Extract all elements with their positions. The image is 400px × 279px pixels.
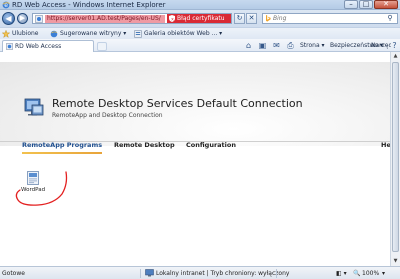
active-tab-indicator [22, 152, 102, 154]
back-button[interactable]: ◀ [2, 12, 15, 25]
home-icon[interactable]: ⌂ [244, 41, 253, 50]
svg-text:x: x [171, 17, 174, 22]
favorites-button[interactable]: Ulubione [2, 29, 39, 39]
page-content: Remote Desktop Services Default Connecti… [0, 52, 390, 266]
favorites-bar: Ulubione Sugerowane witryny ▾ Galeria ob… [0, 27, 400, 39]
print-icon[interactable]: ⎙ [286, 41, 295, 50]
refresh-button[interactable]: ↻ [234, 13, 245, 24]
favorites-label: Ulubione [12, 30, 39, 37]
search-box[interactable]: ⚲ [262, 13, 398, 24]
svg-text:e: e [4, 2, 8, 9]
remote-desktop-services-icon [24, 98, 44, 116]
mail-icon[interactable]: ✉ [272, 41, 281, 50]
red-annotation-mark [15, 171, 68, 206]
feeds-icon[interactable]: ▣ [258, 41, 267, 50]
help-link[interactable]: He [381, 141, 390, 149]
zoom-icon[interactable]: 🔍 [353, 270, 360, 277]
internet-explorer-icon: e [2, 1, 10, 9]
favorites-item-suggested-sites[interactable]: Sugerowane witryny ▾ [50, 29, 126, 39]
protected-mode-icon[interactable]: ◧ ▾ [336, 270, 347, 277]
status-text: Gotowe [2, 270, 25, 277]
forward-button[interactable]: ▶ [17, 13, 28, 24]
status-separator [276, 269, 277, 278]
favorites-item-label: Galeria obiektów Web ... ▾ [144, 30, 223, 37]
vertical-scrollbar[interactable]: ▲ ▼ [390, 52, 400, 266]
scroll-down-arrow[interactable]: ▼ [391, 257, 400, 266]
favorites-item-label: Sugerowane witryny ▾ [60, 30, 127, 37]
zone-text: Lokalny intranet | Tryb chroniony: wyłąc… [156, 270, 290, 277]
tab-configuration[interactable]: Configuration [186, 141, 236, 149]
page-subtitle: RemoteApp and Desktop Connection [52, 112, 163, 119]
title-bar: e RD Web Access - Windows Internet Explo… [0, 0, 400, 10]
command-bar: RD Web Access ⌂ ▣ ✉ ⎙ Strona ▾ Bezpiecze… [0, 39, 400, 52]
address-toolbar: ◀ ▶ https://server01.AD.test/Pages/en-US… [0, 10, 400, 27]
page-menu[interactable]: Strona ▾ [300, 41, 325, 50]
zoom-level[interactable]: 100% [362, 270, 379, 277]
page-title: Remote Desktop Services Default Connecti… [52, 97, 303, 110]
address-bar[interactable]: https://server01.AD.test/Pages/en-US/ x … [32, 13, 232, 24]
shield-icon: x [169, 15, 175, 22]
address-buttons: ↻ ✕ [234, 13, 257, 24]
favorites-item-web-slice-gallery[interactable]: Galeria obiektów Web ... ▾ [134, 29, 222, 39]
tools-menu[interactable]: Narzędzia ▾ [371, 41, 391, 50]
window-controls: – □ ✕ [344, 0, 398, 10]
help-icon[interactable]: ? [390, 41, 399, 50]
intranet-zone-icon [145, 269, 154, 277]
web-slice-icon [134, 30, 142, 38]
tab-rd-web-access[interactable]: RD Web Access [2, 40, 94, 52]
stop-button[interactable]: ✕ [246, 13, 257, 24]
suggested-sites-icon [50, 30, 58, 38]
status-separator [140, 269, 141, 278]
page-icon [6, 43, 13, 50]
tab-remote-desktop[interactable]: Remote Desktop [114, 141, 175, 149]
new-tab-button[interactable] [97, 42, 107, 51]
close-button[interactable]: ✕ [374, 0, 398, 9]
url-text[interactable]: https://server01.AD.test/Pages/en-US/ [45, 15, 165, 23]
zoom-dropdown-icon[interactable]: ▾ [382, 270, 385, 277]
star-icon [2, 30, 10, 38]
page-icon [35, 15, 43, 23]
scroll-up-arrow[interactable]: ▲ [391, 52, 400, 61]
certificate-error-badge[interactable]: x Błąd certyfikatu [167, 14, 231, 23]
tab-label: RD Web Access [15, 43, 62, 50]
bing-icon [266, 15, 271, 22]
minimize-button[interactable]: – [344, 0, 358, 9]
maximize-button[interactable]: □ [359, 0, 373, 9]
tab-remoteapp-programs[interactable]: RemoteApp Programs [22, 141, 102, 149]
search-input[interactable] [273, 14, 381, 23]
scroll-thumb[interactable] [392, 62, 399, 252]
window-title: RD Web Access - Windows Internet Explore… [12, 1, 166, 9]
certificate-error-label: Błąd certyfikatu [177, 15, 225, 22]
status-bar: Gotowe Lokalny intranet | Tryb chroniony… [0, 266, 400, 279]
search-icon[interactable]: ⚲ [384, 14, 396, 23]
